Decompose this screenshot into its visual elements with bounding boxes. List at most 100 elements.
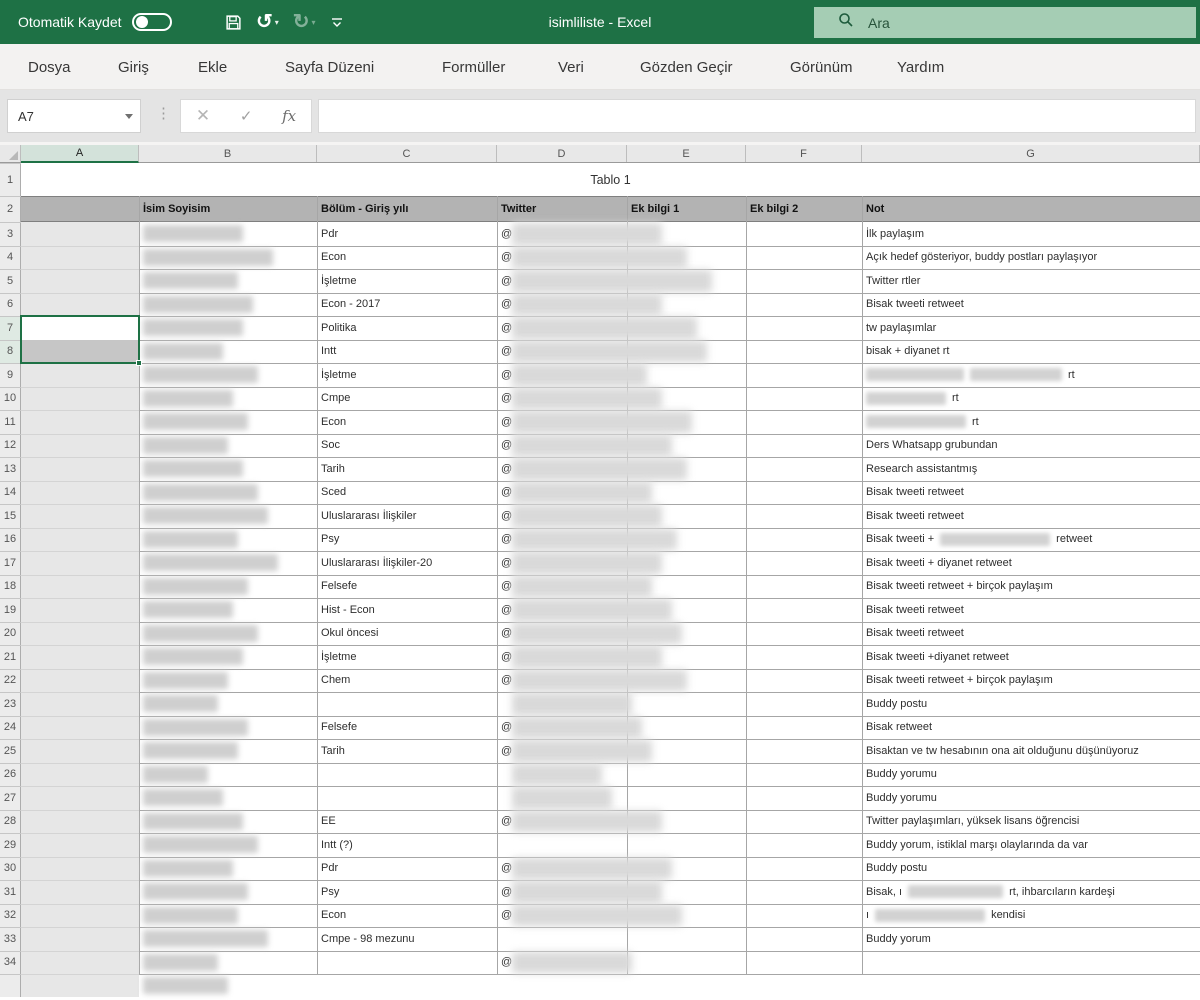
cell-E8[interactable] [627, 340, 746, 364]
cell-F30[interactable] [746, 857, 862, 881]
row-header-33[interactable]: 33 [0, 927, 21, 951]
row-header-23[interactable]: 23 [0, 692, 21, 716]
cell-F28[interactable] [746, 810, 862, 834]
cell-E23[interactable] [627, 692, 746, 716]
row-header-28[interactable]: 28 [0, 810, 21, 834]
row-header-32[interactable]: 32 [0, 904, 21, 928]
cell-not-31[interactable]: Bisak, ırt, ihbarcıların kardeşi [866, 880, 1196, 904]
cell-not-9[interactable]: rt [866, 363, 1196, 387]
cell-not-23[interactable]: Buddy postu [866, 692, 1196, 716]
row-header-9[interactable]: 9 [0, 363, 21, 387]
cell-bolum-15[interactable]: Uluslararası İlişkiler [321, 504, 493, 528]
undo-button[interactable]: ↺▾ [256, 12, 279, 32]
cell-F20[interactable] [746, 622, 862, 646]
cell-F34[interactable] [746, 951, 862, 975]
cell-not-28[interactable]: Twitter paylaşımları, yüksek lisans öğre… [866, 810, 1196, 834]
cell-not-19[interactable]: Bisak tweeti retweet [866, 598, 1196, 622]
cell-F3[interactable] [746, 222, 862, 246]
cell-not-20[interactable]: Bisak tweeti retweet [866, 622, 1196, 646]
cell-F10[interactable] [746, 387, 862, 411]
cell-E10[interactable] [627, 387, 746, 411]
column-header-B[interactable]: B [139, 145, 317, 162]
row-header-26[interactable]: 26 [0, 763, 21, 787]
column-header-F[interactable]: F [746, 145, 862, 162]
cell-bolum-19[interactable]: Hist - Econ [321, 598, 493, 622]
cell-bolum-10[interactable]: Cmpe [321, 387, 493, 411]
cell-F19[interactable] [746, 598, 862, 622]
cell-E24[interactable] [627, 716, 746, 740]
cell-E34[interactable] [627, 951, 746, 975]
cell-E11[interactable] [627, 410, 746, 434]
cell-E5[interactable] [627, 269, 746, 293]
row-header-18[interactable]: 18 [0, 575, 21, 599]
cell-E21[interactable] [627, 645, 746, 669]
cell-F7[interactable] [746, 316, 862, 340]
column-header-E[interactable]: E [627, 145, 746, 162]
cell-E22[interactable] [627, 669, 746, 693]
cell-E13[interactable] [627, 457, 746, 481]
row-header-24[interactable]: 24 [0, 716, 21, 740]
cell-not-32[interactable]: ıkendisi [866, 904, 1196, 928]
undo-dropdown-icon[interactable]: ▾ [275, 18, 279, 27]
cell-not-33[interactable]: Buddy yorum [866, 927, 1196, 951]
tab-sayfa-d-zeni[interactable]: Sayfa Düzeni [285, 44, 374, 90]
enter-icon[interactable]: ✓ [240, 107, 253, 125]
cell-bolum-27[interactable] [317, 786, 497, 810]
cell-E9[interactable] [627, 363, 746, 387]
cell-bolum-31[interactable]: Psy [321, 880, 493, 904]
cell-bolum-29[interactable]: Intt (?) [321, 833, 493, 857]
cell-not-14[interactable]: Bisak tweeti retweet [866, 481, 1196, 505]
cell-E4[interactable] [627, 246, 746, 270]
autosave-toggle[interactable] [132, 13, 172, 31]
customize-qat-button[interactable] [330, 15, 344, 29]
cell-bolum-4[interactable]: Econ [321, 246, 493, 270]
cell-not-6[interactable]: Bisak tweeti retweet [866, 293, 1196, 317]
cell-not-29[interactable]: Buddy yorum, istiklal marşı olaylarında … [866, 833, 1196, 857]
save-icon[interactable] [225, 14, 242, 31]
cell-not-17[interactable]: Bisak tweeti + diyanet retweet [866, 551, 1196, 575]
row-header-17[interactable]: 17 [0, 551, 21, 575]
row-header-20[interactable]: 20 [0, 622, 21, 646]
cell-F18[interactable] [746, 575, 862, 599]
cell-F15[interactable] [746, 504, 862, 528]
cell-not-24[interactable]: Bisak retweet [866, 716, 1196, 740]
column-header-A[interactable]: A [21, 145, 139, 163]
column-header-C[interactable]: C [317, 145, 497, 162]
cell-bolum-23[interactable] [317, 692, 497, 716]
row-header-22[interactable]: 22 [0, 669, 21, 693]
row-header-partial[interactable] [0, 974, 21, 997]
cell-bolum-26[interactable] [317, 763, 497, 787]
row-header-12[interactable]: 12 [0, 434, 21, 458]
cell-F32[interactable] [746, 904, 862, 928]
cell-E25[interactable] [627, 739, 746, 763]
row-header-10[interactable]: 10 [0, 387, 21, 411]
cell-not-16[interactable]: Bisak tweeti +retweet [866, 528, 1196, 552]
row-header-21[interactable]: 21 [0, 645, 21, 669]
cell-E16[interactable] [627, 528, 746, 552]
row-header-19[interactable]: 19 [0, 598, 21, 622]
formula-input[interactable] [318, 99, 1196, 133]
cell-not-18[interactable]: Bisak tweeti retweet + birçok paylaşım [866, 575, 1196, 599]
insert-function-icon[interactable]: fx [282, 107, 296, 125]
cell-F14[interactable] [746, 481, 862, 505]
column-header-D[interactable]: D [497, 145, 627, 162]
cell-not-4[interactable]: Açık hedef gösteriyor, buddy postları pa… [866, 246, 1196, 270]
row-header-27[interactable]: 27 [0, 786, 21, 810]
cell-bolum-16[interactable]: Psy [321, 528, 493, 552]
cell-not-10[interactable]: rt [866, 387, 1196, 411]
cancel-icon[interactable]: ✕ [196, 106, 210, 126]
cell-bolum-13[interactable]: Tarih [321, 457, 493, 481]
cell-bolum-5[interactable]: İşletme [321, 269, 493, 293]
cell-bolum-25[interactable]: Tarih [321, 739, 493, 763]
tab-form-ller[interactable]: Formüller [442, 44, 505, 90]
tab-yard-m[interactable]: Yardım [897, 44, 944, 90]
cell-bolum-18[interactable]: Felsefe [321, 575, 493, 599]
cell-not-25[interactable]: Bisaktan ve tw hesabının ona ait olduğun… [866, 739, 1196, 763]
selected-cell-A8[interactable] [22, 340, 138, 363]
cell-F13[interactable] [746, 457, 862, 481]
cell-E3[interactable] [627, 222, 746, 246]
row-header-13[interactable]: 13 [0, 457, 21, 481]
row-header-30[interactable]: 30 [0, 857, 21, 881]
cell-bolum-14[interactable]: Sced [321, 481, 493, 505]
cell-E27[interactable] [627, 786, 746, 810]
